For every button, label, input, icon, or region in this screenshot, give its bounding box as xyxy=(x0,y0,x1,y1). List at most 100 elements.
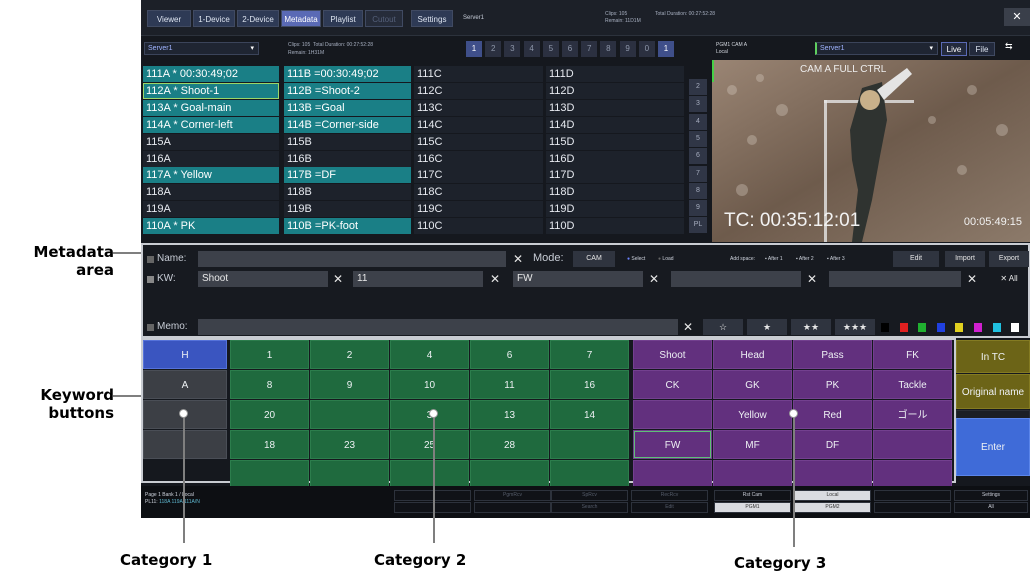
color-swatch[interactable] xyxy=(899,323,908,332)
clip-cell[interactable]: 115A xyxy=(143,133,279,150)
category3-button[interactable]: Yellow xyxy=(713,400,792,429)
category3-button[interactable]: FK xyxy=(873,340,952,369)
category1-button[interactable] xyxy=(143,430,227,459)
category3-button[interactable]: GK xyxy=(713,370,792,399)
kw-field-4[interactable] xyxy=(671,271,801,287)
category3-button[interactable]: ゴール xyxy=(873,400,952,429)
category2-button[interactable]: 11 xyxy=(470,370,549,399)
clip-cell[interactable]: 114C xyxy=(414,116,543,133)
category2-button[interactable] xyxy=(470,460,549,489)
tab-playlist[interactable]: Playlist xyxy=(323,10,363,27)
kw-clear-2-icon[interactable]: ✕ xyxy=(488,271,502,287)
bottom-button[interactable]: PgmRcv xyxy=(474,490,551,501)
clip-cell[interactable]: 111A * 00:30:49;02 xyxy=(143,66,279,82)
category3-button[interactable]: DF xyxy=(793,430,872,459)
category2-button[interactable]: 20 xyxy=(230,400,309,429)
clip-cell[interactable]: 118D xyxy=(546,184,684,201)
category3-button[interactable] xyxy=(873,430,952,459)
bank-button[interactable]: 5 xyxy=(542,41,559,57)
color-swatch[interactable] xyxy=(936,323,945,332)
clip-cell[interactable]: 118A xyxy=(143,184,279,201)
memo-checkbox[interactable] xyxy=(147,324,154,331)
clip-cell[interactable]: 111D xyxy=(546,66,684,82)
clip-cell[interactable]: 115C xyxy=(414,133,543,150)
bank-button[interactable]: 7 xyxy=(581,41,598,57)
side-bank-button[interactable]: 6 xyxy=(689,148,707,165)
color-swatch[interactable] xyxy=(955,323,964,332)
star-2-button[interactable]: ★★ xyxy=(791,319,831,335)
player-server-select[interactable]: Server1 ▾ xyxy=(815,42,938,55)
clip-cell[interactable]: 112B =Shoot-2 xyxy=(284,82,411,99)
clip-cell[interactable]: 112D xyxy=(546,82,684,99)
clip-cell[interactable]: 115D xyxy=(546,133,684,150)
clip-cell[interactable]: 118C xyxy=(414,184,543,201)
enter-button[interactable]: Enter xyxy=(956,418,1030,476)
bank-button[interactable]: 2 xyxy=(485,41,502,57)
kw-field-2[interactable]: 11 xyxy=(353,271,483,287)
category3-button[interactable]: MF xyxy=(713,430,792,459)
bottom-button[interactable] xyxy=(474,502,551,513)
side-bank-button[interactable]: 4 xyxy=(689,113,707,130)
side-bank-button[interactable]: 5 xyxy=(689,130,707,147)
category2-button[interactable] xyxy=(550,460,629,489)
category3-button[interactable] xyxy=(633,460,712,489)
color-swatch[interactable] xyxy=(881,323,889,332)
after1-check[interactable]: ▪ After 1 xyxy=(765,256,783,262)
bottom-button[interactable]: Search xyxy=(551,502,628,513)
edit-button[interactable]: Edit xyxy=(893,251,939,267)
category2-button[interactable]: 9 xyxy=(310,370,389,399)
category2-button[interactable]: 13 xyxy=(470,400,549,429)
category2-button[interactable]: 6 xyxy=(470,340,549,369)
clip-cell[interactable]: 114A * Corner-left xyxy=(143,116,279,133)
category2-button[interactable]: 28 xyxy=(470,430,549,459)
bottom-button[interactable]: Local xyxy=(794,490,871,501)
side-bank-button[interactable]: 2 xyxy=(689,79,707,95)
bank-button[interactable]: 0 xyxy=(638,41,655,57)
clip-cell[interactable]: 114D xyxy=(546,116,684,133)
category2-button[interactable] xyxy=(310,400,389,429)
kw-field-1[interactable]: Shoot xyxy=(198,271,328,287)
clip-cell[interactable]: 113D xyxy=(546,99,684,116)
bank-button[interactable]: 1 xyxy=(466,41,482,57)
category3-button[interactable]: CK xyxy=(633,370,712,399)
bottom-button[interactable]: SpRcv xyxy=(551,490,628,501)
clip-cell[interactable]: 113A * Goal-main xyxy=(143,99,279,116)
bottom-button[interactable]: PGM1 xyxy=(714,502,791,513)
close-button[interactable]: ✕ xyxy=(1004,8,1030,26)
kw-clear-5-icon[interactable]: ✕ xyxy=(965,271,979,287)
star-1-button[interactable]: ★ xyxy=(747,319,787,335)
category3-button[interactable] xyxy=(873,460,952,489)
clip-cell[interactable]: 118B xyxy=(284,184,411,201)
clip-cell[interactable]: 117B =DF xyxy=(284,167,411,184)
memo-clear-icon[interactable]: ✕ xyxy=(681,319,695,335)
bottom-button[interactable]: Edit xyxy=(631,502,708,513)
live-button[interactable]: Live xyxy=(941,42,967,56)
clip-cell[interactable]: 115B xyxy=(284,133,411,150)
category1-button[interactable]: A xyxy=(143,370,227,399)
category3-button[interactable]: Shoot xyxy=(633,340,712,369)
server-select[interactable]: Server1 ▾ xyxy=(144,42,259,55)
clip-cell[interactable]: 111C xyxy=(414,66,543,82)
bottom-button[interactable]: All xyxy=(954,502,1028,513)
color-swatch[interactable] xyxy=(992,323,1001,332)
clip-cell[interactable]: 112C xyxy=(414,82,543,99)
clip-cell[interactable]: 110B =PK-foot xyxy=(284,218,411,235)
after3-check[interactable]: ▪ After 3 xyxy=(827,256,845,262)
side-bank-button[interactable]: 8 xyxy=(689,182,707,199)
clip-cell[interactable]: 112A * Shoot-1 xyxy=(143,82,279,99)
category2-button[interactable]: 14 xyxy=(550,400,629,429)
kw-field-3[interactable]: FW xyxy=(513,271,643,287)
side-bank-button[interactable]: 7 xyxy=(689,165,707,182)
bank-button[interactable]: 8 xyxy=(600,41,617,57)
clear-all-button[interactable]: ✕ All xyxy=(989,271,1029,287)
bottom-button[interactable]: Rst Cam xyxy=(714,490,791,501)
star-3-button[interactable]: ★★★ xyxy=(835,319,875,335)
category3-button[interactable]: Tackle xyxy=(873,370,952,399)
after2-check[interactable]: ▪ After 2 xyxy=(796,256,814,262)
bottom-button[interactable]: Settings xyxy=(954,490,1028,501)
kw-checkbox[interactable] xyxy=(147,276,154,283)
clip-cell[interactable]: 119D xyxy=(546,201,684,218)
name-field[interactable] xyxy=(198,251,506,267)
category1-button[interactable]: H xyxy=(143,340,227,369)
category2-button[interactable]: 18 xyxy=(230,430,309,459)
